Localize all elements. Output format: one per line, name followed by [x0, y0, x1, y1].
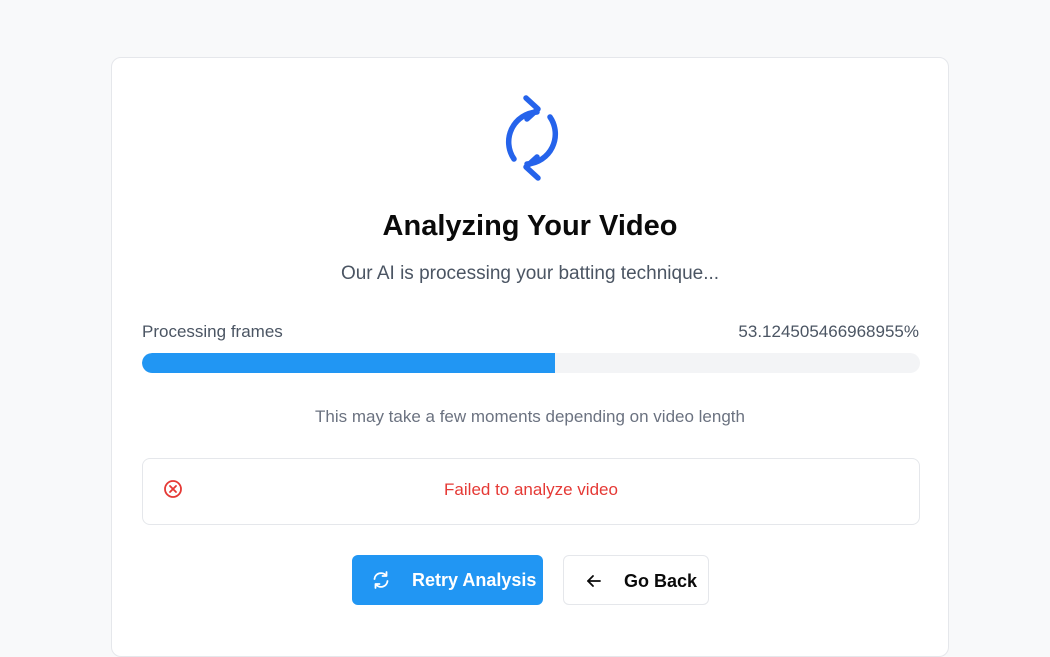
progress-percent: 53.124505466968955% — [738, 322, 919, 341]
refresh-spinner-icon — [505, 95, 559, 181]
error-alert: Failed to analyze video — [142, 458, 920, 525]
go-back-button[interactable]: Go Back — [563, 555, 709, 605]
progress-bar — [142, 353, 920, 373]
analysis-card: Analyzing Your Video Our AI is processin… — [111, 57, 949, 657]
refresh-icon — [373, 571, 389, 589]
error-message: Failed to analyze video — [444, 480, 618, 499]
retry-analysis-button[interactable]: Retry Analysis — [352, 555, 543, 605]
page-title: Analyzing Your Video — [382, 210, 678, 242]
progress-bar-fill — [142, 353, 556, 373]
retry-analysis-label: Retry Analysis — [412, 570, 537, 590]
go-back-label: Go Back — [624, 571, 698, 591]
duration-hint: This may take a few moments depending on… — [315, 407, 745, 426]
progress-label: Processing frames — [142, 322, 283, 341]
arrow-left-icon — [587, 575, 601, 587]
page-subtitle: Our AI is processing your batting techni… — [340, 263, 720, 284]
